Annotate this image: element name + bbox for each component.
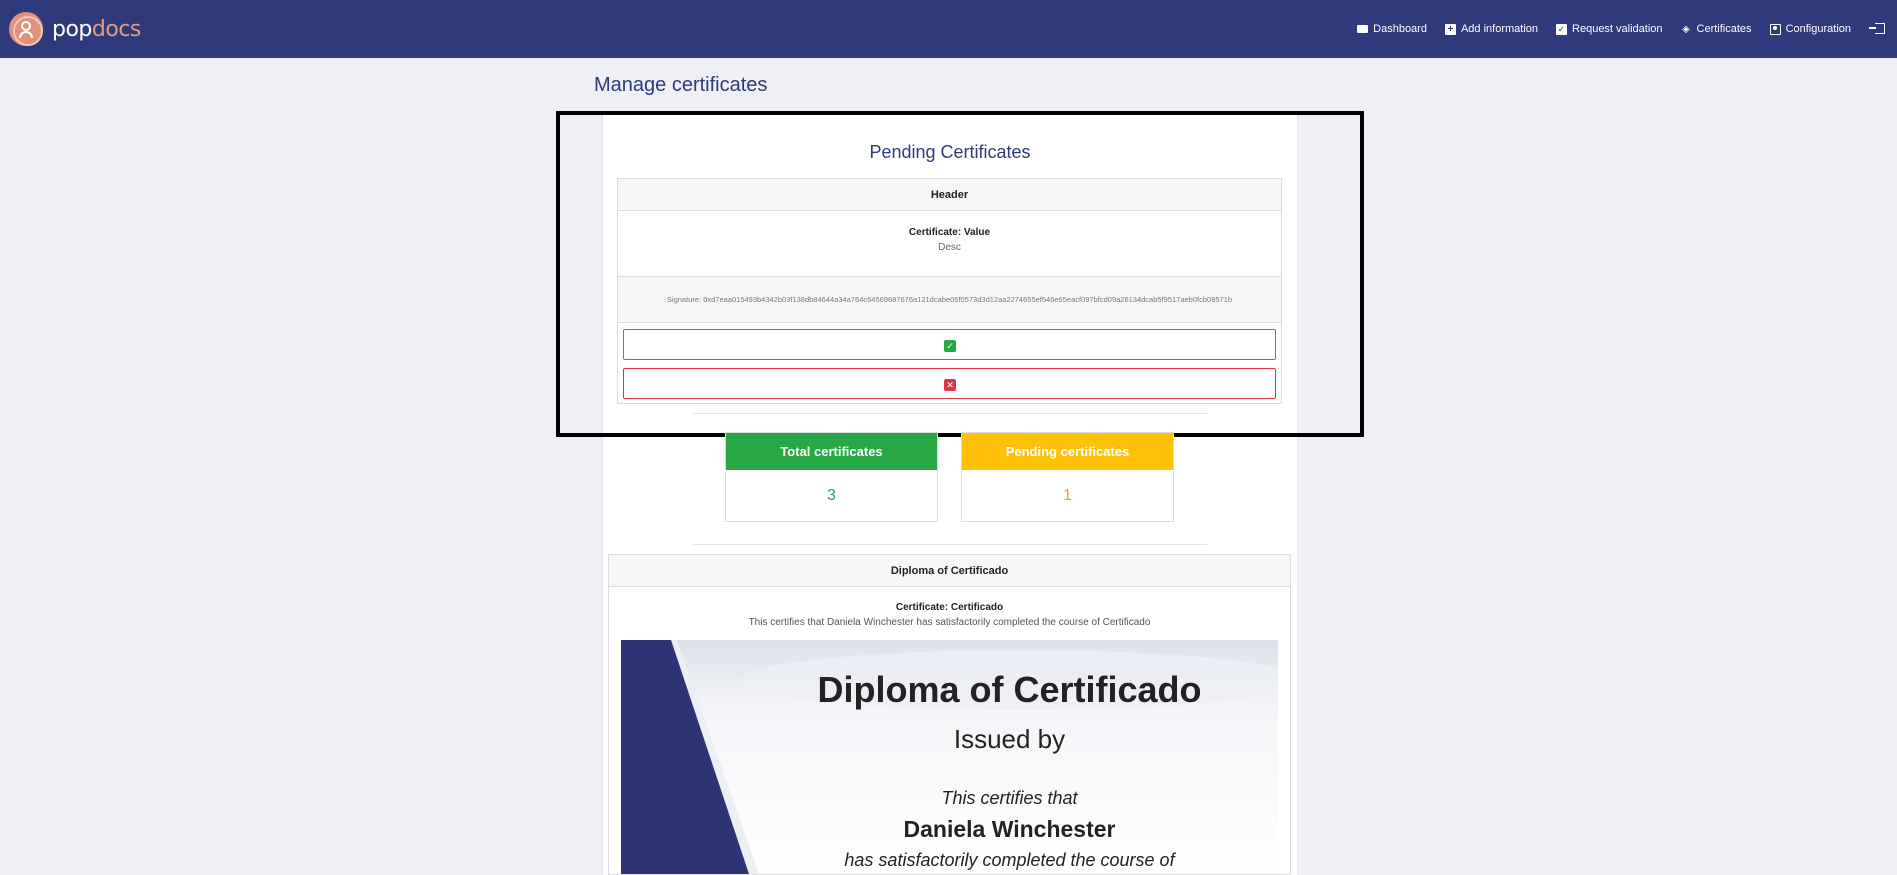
pending-certificate-card: Header Certificate: Value Desc Signature… bbox=[617, 178, 1282, 404]
certificate-value: Certificate: Value bbox=[908, 227, 991, 238]
pending-card-header: Header bbox=[618, 179, 1281, 211]
top-navbar: popdocs Dashboard + Add information ✓ Re… bbox=[0, 0, 1897, 58]
divider bbox=[693, 544, 1207, 545]
pending-certificates-card: Pending certificates 1 bbox=[961, 432, 1174, 522]
popdocs-logo[interactable]: popdocs bbox=[9, 12, 141, 46]
nav-item-configuration[interactable]: Configuration bbox=[1769, 23, 1851, 35]
page-title: Manage certificates bbox=[594, 74, 768, 96]
nav-item-label: Dashboard bbox=[1373, 23, 1427, 35]
pending-card-body: Certificate: Value Desc bbox=[618, 211, 1281, 277]
diploma-image-issued-by: Issued by bbox=[953, 724, 1066, 754]
reject-certificate-button[interactable]: ✕ bbox=[623, 368, 1276, 399]
nav-item-request-validation[interactable]: ✓ Request validation bbox=[1556, 23, 1663, 35]
check-icon: ✓ bbox=[944, 340, 956, 352]
diploma-image: Diploma of Certificado Issued by This ce… bbox=[621, 640, 1278, 874]
nav-item-add-information[interactable]: + Add information bbox=[1444, 23, 1539, 35]
nav-item-label: Add information bbox=[1460, 23, 1539, 35]
logo-text: popdocs bbox=[52, 16, 141, 42]
close-icon: ✕ bbox=[944, 379, 956, 391]
chevron-left-icon[interactable]: ‹ bbox=[646, 865, 653, 874]
nav-item-label: Request validation bbox=[1572, 23, 1663, 35]
layers-icon: ◈ bbox=[1682, 23, 1690, 35]
total-certificates-card: Total certificates 3 bbox=[725, 432, 938, 522]
logo-icon bbox=[9, 12, 43, 46]
diploma-description: This certifies that Daniela Winchester h… bbox=[748, 617, 1151, 628]
nav-item-certificates[interactable]: ◈ Certificates bbox=[1681, 23, 1752, 35]
certificate-description: Desc bbox=[938, 242, 961, 253]
diploma-image-certifies: This certifies that bbox=[941, 788, 1078, 808]
certificate-signature: Signature: 0xd7eaa015493b4342b03f138db84… bbox=[618, 277, 1281, 323]
pending-certificates-label: Pending certificates bbox=[962, 433, 1173, 470]
chevron-right-icon[interactable]: › bbox=[1238, 865, 1245, 874]
nav-item-label: Certificates bbox=[1696, 23, 1752, 35]
pending-certificates-title: Pending Certificates bbox=[869, 142, 1031, 162]
check-icon: ✓ bbox=[1556, 23, 1568, 35]
dashboard-icon bbox=[1357, 25, 1369, 33]
diploma-image-recipient: Daniela Winchester bbox=[903, 816, 1116, 842]
nav-item-label: Configuration bbox=[1785, 23, 1851, 35]
nav-item-dashboard[interactable]: Dashboard bbox=[1357, 23, 1427, 35]
plus-icon: + bbox=[1444, 23, 1456, 35]
diploma-image-title: Diploma of Certificado bbox=[817, 669, 1202, 710]
diploma-image-completed: has satisfactorily completed the course … bbox=[844, 850, 1175, 870]
divider bbox=[693, 413, 1207, 414]
accept-certificate-button[interactable]: ✓ bbox=[623, 329, 1276, 360]
diploma-certificate-card: Diploma of Certificado Certificate: Cert… bbox=[608, 554, 1291, 875]
logout-icon[interactable] bbox=[1869, 23, 1885, 34]
user-icon bbox=[1769, 23, 1781, 35]
nav-menu: Dashboard + Add information ✓ Request va… bbox=[1357, 0, 1851, 58]
total-certificates-label: Total certificates bbox=[726, 433, 937, 470]
pending-certificates-value: 1 bbox=[1063, 487, 1072, 504]
diploma-card-header: Diploma of Certificado bbox=[609, 555, 1290, 587]
total-certificates-value: 3 bbox=[827, 487, 836, 504]
diploma-certificate-value: Certificate: Certificado bbox=[895, 602, 1004, 613]
